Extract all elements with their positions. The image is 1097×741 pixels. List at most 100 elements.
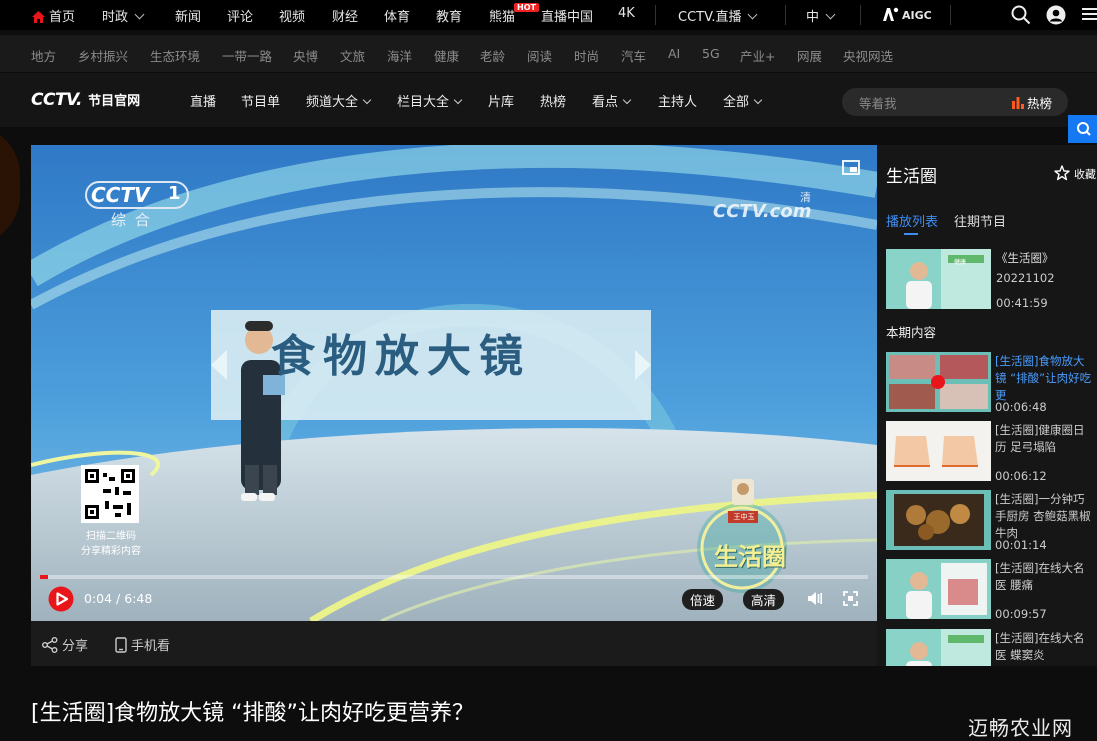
playlist-panel: 生活圈 收藏 播放列表 往期节目 健康 《生活圈》 20221102 00:41… [877, 145, 1097, 666]
subnav-item[interactable]: 汽车 [621, 46, 646, 65]
collect-label: 收藏 [1074, 168, 1096, 181]
nav-news[interactable]: 新闻 [175, 6, 201, 25]
nav-live-china[interactable]: 直播中国 [541, 6, 593, 25]
search-icon[interactable] [1011, 5, 1031, 25]
channel-nav-all-label: 全部 [723, 95, 750, 110]
subnav-item[interactable]: 地方 [31, 46, 56, 65]
nav-cctv-live[interactable]: CCTV.直播 [678, 6, 758, 25]
channel-nav-all[interactable]: 全部 [723, 91, 763, 110]
playlist-item[interactable]: [生活圈]在线大名医 蝶窦炎 [877, 629, 1097, 666]
aigc-logo[interactable]: AIGC [882, 6, 932, 23]
channel-nav-hosts[interactable]: 主持人 [658, 91, 697, 110]
subnav-item[interactable]: 一带一路 [222, 46, 272, 65]
channel-nav-live[interactable]: 直播 [190, 91, 216, 110]
nav-home[interactable]: 首页 [32, 6, 75, 25]
playlist-item-duration: 00:06:12 [995, 469, 1047, 483]
cctv-logo-subtitle: 节目官网 [88, 94, 141, 109]
fullscreen-icon[interactable] [843, 591, 858, 606]
nav-4k[interactable]: 4K [618, 6, 635, 21]
subnav-item[interactable]: 文旅 [340, 46, 365, 65]
bar-chart-icon [1012, 97, 1024, 109]
volume-icon[interactable] [807, 591, 823, 606]
playlist-item-title: [生活圈]食物放大镜 “排酸”让肉好吃更 [995, 354, 1092, 402]
language-switch[interactable]: 中 [806, 6, 836, 25]
playlist-item[interactable]: [生活圈]健康圈日历 足弓塌陷 00:06:12 [877, 421, 1097, 485]
cctv-logo[interactable]: CCTV. 节目官网 [31, 90, 140, 110]
video-player[interactable]: CCTV 1 综 合 CCTV.com 清 食物放大镜 扫描二维码 分享精彩内容… [31, 145, 877, 621]
picture-in-picture-icon[interactable] [842, 160, 860, 175]
playlist-item-title: [生活圈]一分钟巧手厨房 杏鲍菇黑椒牛肉 [995, 492, 1091, 540]
play-button[interactable] [48, 586, 74, 612]
subnav-item[interactable]: 乡村振兴 [78, 46, 128, 65]
hot-rank-link[interactable]: 热榜 [1012, 93, 1052, 112]
quality-button[interactable]: 高清 [743, 589, 785, 610]
channel-nav-columns[interactable]: 栏目大全 [397, 91, 463, 110]
search-input[interactable]: 等着我 热榜 [842, 88, 1068, 116]
video-thumbnail [886, 352, 991, 412]
chevron-down-icon [362, 95, 372, 105]
playlist-item[interactable]: [生活圈]食物放大镜 “排酸”让肉好吃更 00:06:48 [877, 352, 1097, 416]
episode-item[interactable]: 健康 《生活圈》 20221102 00:41:59 [886, 249, 1086, 311]
tab-past-episodes[interactable]: 往期节目 [954, 211, 1006, 230]
channel-nav-hot[interactable]: 热榜 [540, 91, 566, 110]
panel-title: 生活圈 [886, 167, 937, 187]
nav-comment[interactable]: 评论 [227, 6, 253, 25]
nav-shizheng[interactable]: 时政 [102, 6, 145, 25]
sub-navigation: 地方 乡村振兴 生态环境 一带一路 央博 文旅 海洋 健康 老龄 阅读 时尚 汽… [0, 35, 1097, 72]
menu-icon[interactable] [1082, 6, 1097, 22]
subnav-item[interactable]: 央博 [293, 46, 318, 65]
subnav-item[interactable]: 5G [702, 46, 720, 61]
subnav-item[interactable]: 央视网选 [843, 46, 893, 65]
subnav-item[interactable]: 老龄 [480, 46, 505, 65]
playlist-item-title: [生活圈]在线大名医 腰痛 [995, 561, 1085, 592]
episode-thumbnail: 健康 [886, 249, 991, 309]
mobile-watch-button[interactable]: 手机看 [115, 635, 170, 654]
nav-education[interactable]: 教育 [436, 6, 462, 25]
subnav-item[interactable]: 时尚 [574, 46, 599, 65]
subnav-item[interactable]: 产业+ [740, 46, 775, 65]
speed-button[interactable]: 倍速 [682, 589, 724, 610]
nav-panda[interactable]: 熊猫 HOT [489, 3, 539, 25]
playlist-item[interactable]: [生活圈]一分钟巧手厨房 杏鲍菇黑椒牛肉 00:01:14 [877, 490, 1097, 554]
nav-video[interactable]: 视频 [279, 6, 305, 25]
search-placeholder: 等着我 [859, 96, 897, 111]
collect-button[interactable]: 收藏 [1054, 165, 1096, 182]
subnav-item[interactable]: 网展 [797, 46, 822, 65]
nav-finance[interactable]: 财经 [332, 6, 358, 25]
hot-rank-label: 热榜 [1027, 96, 1053, 111]
channel-nav-highlights[interactable]: 看点 [592, 91, 632, 110]
channel-nav-channels[interactable]: 频道大全 [306, 91, 372, 110]
nav-sports[interactable]: 体育 [384, 6, 410, 25]
nav-divider [785, 5, 786, 25]
subnav-item[interactable]: 生态环境 [150, 46, 200, 65]
qr-caption-2: 分享精彩内容 [81, 546, 141, 557]
subnav-item[interactable]: 海洋 [387, 46, 412, 65]
subnav-item[interactable]: AI [668, 46, 680, 61]
channel-nav-columns-label: 栏目大全 [397, 95, 450, 110]
video-thumbnail [886, 629, 991, 666]
top-navigation: 首页 时政 新闻 评论 视频 财经 体育 教育 熊猫 HOT 直播中国 4K C… [0, 0, 1097, 30]
playlist-item-title: [生活圈]健康圈日历 足弓塌陷 [995, 423, 1085, 454]
share-button[interactable]: 分享 [42, 635, 88, 654]
nav-shizheng-label: 时政 [102, 10, 129, 25]
playlist-item-duration: 00:01:14 [995, 538, 1047, 552]
tab-playlist[interactable]: 播放列表 [886, 211, 938, 230]
chevron-down-icon [825, 9, 836, 20]
channel-nav-library[interactable]: 片库 [488, 91, 514, 110]
channel-nav-schedule[interactable]: 节目单 [241, 91, 280, 110]
channel-nav-highlights-label: 看点 [592, 95, 619, 110]
tab-active-indicator [904, 233, 918, 235]
share-icon [42, 637, 58, 653]
chevron-down-icon [453, 95, 463, 105]
share-bar: 分享 手机看 [31, 621, 877, 666]
user-avatar-icon[interactable] [1046, 5, 1066, 25]
search-button[interactable] [1068, 115, 1097, 143]
aigc-mark-icon [882, 6, 899, 22]
subnav-item[interactable]: 阅读 [527, 46, 552, 65]
channel-number: 1 [168, 183, 181, 204]
playlist-item[interactable]: [生活圈]在线大名医 腰痛 00:09:57 [877, 559, 1097, 623]
subnav-item[interactable]: 健康 [434, 46, 459, 65]
star-icon [1054, 165, 1070, 181]
video-thumbnail [886, 421, 991, 481]
progress-track[interactable] [40, 575, 868, 579]
